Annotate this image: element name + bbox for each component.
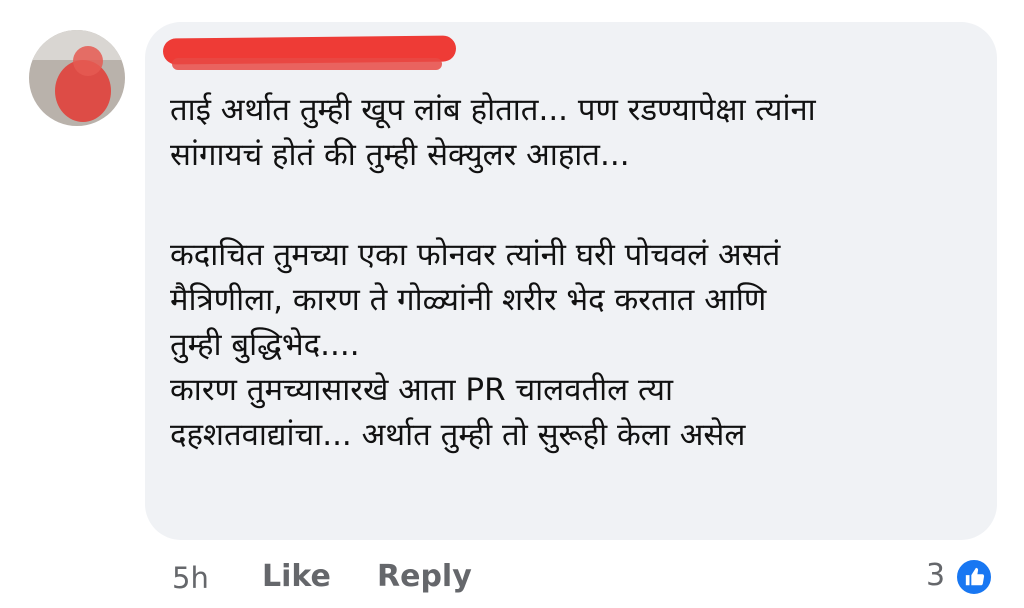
comment-timestamp[interactable]: 5h (172, 561, 209, 595)
author-name-redaction-underline (172, 58, 442, 70)
avatar-redaction-mark (73, 46, 103, 76)
comment-line: कारण तुमच्यासारखे आता PR चालवतील त्या (170, 372, 674, 408)
comment-line: ताई अर्थात तुम्ही खूप लांब होतात... पण र… (170, 92, 816, 128)
comment-line: कदाचित तुमच्या एका फोनवर त्यांनी घरी पोच… (170, 237, 781, 273)
comment-line: सांगायचं होतं की तुम्ही सेक्युलर आहात... (170, 137, 630, 173)
like-button[interactable]: Like (262, 559, 331, 594)
comment-blank-line (170, 178, 985, 233)
reaction-count[interactable]: 3 (926, 558, 945, 593)
thumbs-up-icon[interactable] (955, 558, 993, 596)
comment-line: तुम्ही बुद्धिभेद.... (170, 327, 360, 363)
reply-button[interactable]: Reply (377, 559, 472, 594)
avatar[interactable] (29, 30, 125, 126)
comment-line: दहशतवाद्यांचा... अर्थात तुम्ही तो सुरूही… (170, 417, 746, 453)
comment-actions: 5h Like Reply 3 (0, 545, 1024, 605)
comment-line: मैत्रिणीला, कारण ते गोळ्यांनी शरीर भेद क… (170, 282, 767, 318)
comment-text: ताई अर्थात तुम्ही खूप लांब होतात... पण र… (170, 88, 985, 458)
